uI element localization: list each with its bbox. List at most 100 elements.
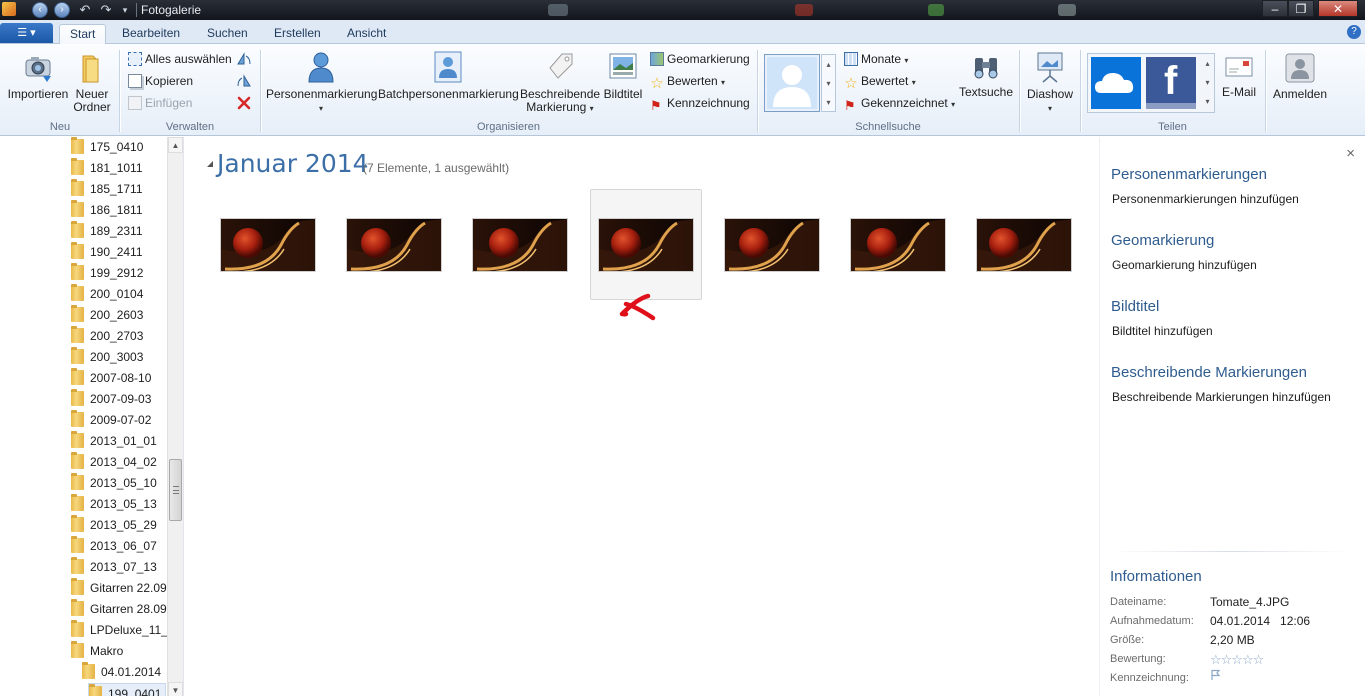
sign-in-button[interactable]: Anmelden bbox=[1270, 52, 1330, 101]
tab-start[interactable]: Start bbox=[59, 24, 107, 45]
text-search-button[interactable]: Textsuche bbox=[958, 52, 1014, 99]
tree-item-folder[interactable]: 2013_05_13 bbox=[71, 494, 157, 515]
rotate-left-icon[interactable] bbox=[236, 52, 252, 66]
tree-item-folder[interactable]: 2013_06_07 bbox=[71, 536, 157, 557]
scroll-thumb[interactable] bbox=[169, 459, 182, 521]
scroll-down-arrow[interactable]: ▼ bbox=[168, 682, 183, 696]
tree-item-folder[interactable]: 186_1811 bbox=[71, 200, 143, 221]
tree-item-folder[interactable]: 2009-07-02 bbox=[71, 410, 151, 431]
tree-item-folder[interactable]: 2007-08-10 bbox=[71, 368, 151, 389]
caption-icon bbox=[609, 53, 637, 79]
tree-item-folder[interactable]: Makro bbox=[71, 641, 123, 662]
tree-item-folder[interactable]: 199_2912 bbox=[71, 263, 143, 284]
scroll-up-arrow[interactable]: ▲ bbox=[168, 137, 183, 153]
size-value: 2,20 MB bbox=[1210, 633, 1255, 647]
filename-value[interactable]: Tomate_4.JPG bbox=[1210, 595, 1289, 609]
add-descriptive-tags-link[interactable]: Beschreibende Markierungen hinzufügen bbox=[1112, 390, 1331, 404]
tree-item-folder[interactable]: 200_3003 bbox=[71, 347, 143, 368]
tree-item-folder[interactable]: 200_2703 bbox=[71, 326, 143, 347]
tree-item-folder[interactable]: 2013_01_01 bbox=[71, 431, 157, 452]
copy-button[interactable]: Kopieren bbox=[128, 71, 193, 91]
select-all-button[interactable]: Alles auswählen bbox=[128, 49, 232, 69]
tree-item-folder[interactable]: Gitarren 28.09. bbox=[71, 599, 170, 620]
ribbon-tab-strip: ☰ ▾ Start Bearbeiten Suchen Erstellen An… bbox=[0, 20, 1365, 45]
back-icon[interactable]: ‹ bbox=[32, 2, 48, 18]
photo-thumbnail[interactable] bbox=[472, 218, 568, 272]
tree-item-folder[interactable]: 181_1011 bbox=[71, 158, 143, 179]
collapse-toggle-icon[interactable] bbox=[207, 161, 213, 167]
tree-item-folder[interactable]: 185_1711 bbox=[71, 179, 143, 200]
geotag-button[interactable]: Geomarkierung bbox=[650, 49, 750, 69]
tree-item-folder[interactable]: 2007-09-03 bbox=[71, 389, 151, 410]
tree-item-folder[interactable]: 2013_05_10 bbox=[71, 473, 157, 494]
tree-item-folder[interactable]: 2013_04_02 bbox=[71, 452, 157, 473]
photo-thumbnail[interactable] bbox=[724, 218, 820, 272]
tree-item-folder[interactable]: LPDeluxe_11_1 bbox=[71, 620, 175, 641]
delete-icon[interactable] bbox=[237, 96, 251, 110]
photo-thumbnail[interactable] bbox=[346, 218, 442, 272]
people-tag-button[interactable]: Personenmarkierung ▾ bbox=[266, 50, 377, 115]
folder-icon bbox=[89, 684, 102, 696]
add-people-tags-link[interactable]: Personenmarkierungen hinzufügen bbox=[1112, 192, 1299, 206]
maximize-button[interactable]: ❐ bbox=[1288, 0, 1314, 17]
close-pane-icon[interactable]: × bbox=[1346, 145, 1355, 162]
photo-thumbnail[interactable] bbox=[220, 218, 316, 272]
photo-thumbnail[interactable] bbox=[850, 218, 946, 272]
tree-item-subfolder-selected[interactable]: 199_0401 bbox=[88, 683, 167, 696]
date-taken-value[interactable]: 04.01.2014 12:06 bbox=[1210, 614, 1310, 628]
paste-button[interactable]: Einfügen bbox=[128, 93, 192, 113]
folder-icon bbox=[71, 347, 84, 364]
undo-icon[interactable]: ↶ bbox=[77, 1, 93, 19]
share-gallery-scroll[interactable]: ▴ ▾ ▾ bbox=[1200, 54, 1215, 112]
photo-thumbnail-selected[interactable] bbox=[598, 218, 694, 272]
batch-people-tag-button[interactable]: Batchpersonenmarkierung bbox=[378, 50, 519, 101]
flag-button[interactable]: ⚑ Kennzeichnung bbox=[650, 93, 750, 113]
folder-icon bbox=[71, 242, 84, 259]
tree-item-folder[interactable]: 2013_07_13 bbox=[71, 557, 157, 578]
new-folder-button[interactable]: Neuer Ordner bbox=[72, 52, 112, 114]
quick-access-dropdown-icon[interactable]: ▾ bbox=[117, 1, 133, 19]
months-filter-button[interactable]: Monate ▾ bbox=[844, 49, 908, 69]
rotate-right-icon[interactable] bbox=[236, 74, 252, 88]
email-button[interactable]: E-Mail bbox=[1218, 54, 1260, 99]
tree-item-subfolder[interactable]: 04.01.2014 bbox=[82, 662, 161, 683]
import-button[interactable]: Importieren bbox=[6, 52, 70, 101]
tree-item-folder[interactable]: 175_0410 bbox=[71, 137, 143, 158]
tree-scrollbar[interactable]: ▲ ▼ bbox=[167, 137, 183, 696]
folder-icon bbox=[71, 200, 84, 217]
tab-bearbeiten[interactable]: Bearbeiten bbox=[112, 24, 190, 45]
tree-item-folder[interactable]: Gitarren 22.09. bbox=[71, 578, 170, 599]
tree-item-folder[interactable]: 190_2411 bbox=[71, 242, 143, 263]
help-icon[interactable]: ? bbox=[1347, 25, 1361, 39]
folder-icon bbox=[71, 221, 84, 238]
descriptive-tag-button[interactable]: Beschreibende Markierung ▾ bbox=[520, 50, 600, 115]
rate-button[interactable]: ☆ Bewerten ▾ bbox=[650, 71, 725, 91]
add-geotag-link[interactable]: Geomarkierung hinzufügen bbox=[1112, 258, 1257, 272]
tree-item-folder[interactable]: 2013_05_29 bbox=[71, 515, 157, 536]
photo-gallery-app-icon[interactable] bbox=[2, 2, 16, 16]
tree-item-folder[interactable]: 200_2603 bbox=[71, 305, 143, 326]
flagged-filter-button[interactable]: ⚑ Gekennzeichnet ▾ bbox=[844, 93, 955, 113]
people-filter-gallery[interactable] bbox=[764, 54, 820, 112]
caption-button[interactable]: Bildtitel bbox=[600, 50, 646, 101]
tab-erstellen[interactable]: Erstellen bbox=[264, 24, 331, 45]
app-menu-button[interactable]: ☰ ▾ bbox=[0, 23, 53, 43]
add-caption-link[interactable]: Bildtitel hinzufügen bbox=[1112, 324, 1213, 338]
slideshow-button[interactable]: Diashow ▾ bbox=[1024, 50, 1076, 115]
forward-icon[interactable]: › bbox=[54, 2, 70, 18]
photo-thumbnail[interactable] bbox=[976, 218, 1072, 272]
tab-suchen[interactable]: Suchen bbox=[197, 24, 258, 45]
tree-item-folder[interactable]: 200_0104 bbox=[71, 284, 143, 305]
tab-ansicht[interactable]: Ansicht bbox=[337, 24, 396, 45]
redo-icon[interactable]: ↷ bbox=[98, 1, 114, 19]
rated-filter-button[interactable]: ☆ Bewertet ▾ bbox=[844, 71, 915, 91]
onedrive-icon[interactable] bbox=[1091, 57, 1141, 109]
flag-outline-icon[interactable] bbox=[1210, 669, 1222, 681]
minimize-button[interactable]: – bbox=[1262, 0, 1288, 17]
close-button[interactable]: ✕ bbox=[1318, 0, 1358, 17]
gallery-scroll[interactable]: ▴ ▾ ▾ bbox=[821, 54, 836, 112]
tree-item-folder[interactable]: 189_2311 bbox=[71, 221, 143, 242]
rating-stars[interactable]: ☆☆☆☆☆ bbox=[1210, 652, 1264, 668]
group-label-organisieren: Organisieren bbox=[477, 121, 540, 133]
facebook-icon[interactable]: f bbox=[1146, 57, 1196, 109]
